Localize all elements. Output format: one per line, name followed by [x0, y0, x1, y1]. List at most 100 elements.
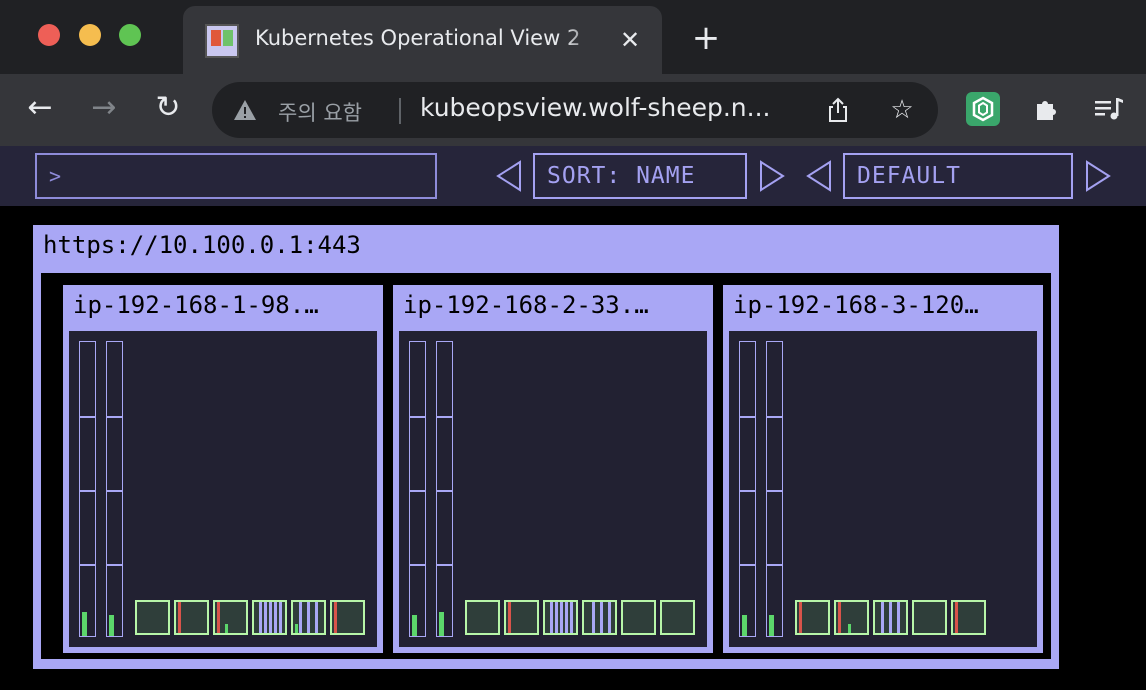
app-header: > SORT: NAME DEFAULT — [0, 146, 1146, 206]
media-queue-icon[interactable] — [1092, 92, 1126, 126]
pod-status-mark — [178, 602, 181, 633]
pod-box[interactable] — [135, 600, 170, 635]
gauge-tick — [740, 564, 755, 566]
gauge-tick — [80, 416, 95, 418]
theme-selector[interactable]: DEFAULT — [843, 153, 1073, 199]
pod-box[interactable] — [795, 600, 830, 635]
pod-box[interactable] — [582, 600, 617, 635]
cpu-usage-fill — [82, 612, 87, 636]
memory-usage-fill — [439, 612, 444, 636]
security-warning-label[interactable]: 주의 요함 — [278, 97, 362, 127]
sort-prev-arrow-icon[interactable] — [494, 156, 524, 196]
pod-status-mark — [550, 602, 553, 633]
pod-status-mark — [889, 602, 892, 633]
share-icon[interactable] — [824, 96, 852, 124]
pod-box[interactable] — [660, 600, 695, 635]
gauge-tick — [80, 490, 95, 492]
memory-usage-gauge[interactable] — [766, 341, 783, 637]
maximize-window-button[interactable] — [119, 24, 141, 46]
gauge-tick — [740, 490, 755, 492]
filter-input[interactable]: > — [35, 153, 437, 199]
browser-toolbar: ← → ↻ 주의 요함 kubeopsview.wolf-sheep.n... … — [0, 74, 1146, 146]
pod-status-mark — [508, 602, 511, 633]
pod-box[interactable] — [951, 600, 986, 635]
tab-title: Kubernetes Operational View 2 — [255, 26, 581, 50]
pod-status-mark — [600, 602, 603, 633]
gauge-tick — [767, 490, 782, 492]
pod-box[interactable] — [912, 600, 947, 635]
pod-status-mark — [217, 602, 220, 633]
node-box[interactable]: ip-192-168-2-33.… — [393, 285, 713, 653]
node-name: ip-192-168-3-120… — [733, 291, 979, 319]
puzzle-icon[interactable] — [1030, 92, 1064, 126]
cpu-usage-gauge[interactable] — [79, 341, 96, 637]
gauge-tick — [410, 564, 425, 566]
pod-status-mark — [881, 602, 884, 633]
pod-box[interactable] — [174, 600, 209, 635]
back-button[interactable]: ← — [20, 88, 60, 128]
cpu-usage-fill — [742, 615, 747, 636]
gauge-tick — [437, 564, 452, 566]
cluster-api-server-label: https://10.100.0.1:443 — [43, 231, 361, 259]
pod-status-mark — [269, 602, 272, 633]
pod-box[interactable] — [252, 600, 287, 635]
pod-box[interactable] — [330, 600, 365, 635]
pod-status-mark — [279, 602, 282, 633]
pod-box[interactable] — [621, 600, 656, 635]
gauge-tick — [767, 564, 782, 566]
pod-status-mark — [565, 602, 568, 633]
address-separator — [399, 98, 401, 124]
pod-status-mark — [299, 602, 302, 633]
warning-triangle-icon[interactable] — [232, 97, 258, 123]
cluster-panel[interactable]: https://10.100.0.1:443 ip-192-168-1-98.…… — [33, 225, 1059, 669]
node-box[interactable]: ip-192-168-3-120… — [723, 285, 1043, 653]
cpu-usage-gauge[interactable] — [739, 341, 756, 637]
kube-ops-view-favicon-icon — [205, 24, 239, 58]
address-bar[interactable]: 주의 요함 kubeopsview.wolf-sheep.n... ☆ — [212, 82, 938, 138]
pod-box[interactable] — [291, 600, 326, 635]
pod-box[interactable] — [465, 600, 500, 635]
sort-selector[interactable]: SORT: NAME — [533, 153, 747, 199]
cpu-usage-gauge[interactable] — [409, 341, 426, 637]
memory-usage-gauge[interactable] — [436, 341, 453, 637]
forward-button[interactable]: → — [84, 88, 124, 128]
pod-box[interactable] — [213, 600, 248, 635]
star-icon[interactable]: ☆ — [888, 96, 916, 124]
pod-status-mark — [592, 602, 595, 633]
gauge-tick — [107, 416, 122, 418]
browser-tab[interactable]: Kubernetes Operational View 2 ✕ — [183, 6, 662, 74]
pod-status-mark — [274, 602, 277, 633]
pod-box[interactable] — [873, 600, 908, 635]
pod-status-mark — [570, 602, 573, 633]
pod-box[interactable] — [834, 600, 869, 635]
gauge-tick — [437, 416, 452, 418]
gauge-tick — [767, 416, 782, 418]
hexagon-extension-icon[interactable] — [966, 92, 1000, 126]
theme-prev-arrow-icon[interactable] — [804, 156, 834, 196]
pod-status-mark — [264, 602, 267, 633]
pod-status-mark — [259, 602, 262, 633]
close-window-button[interactable] — [38, 24, 60, 46]
pod-status-mark — [955, 602, 958, 633]
node-name: ip-192-168-2-33.… — [403, 291, 649, 319]
cpu-usage-fill — [412, 615, 417, 636]
tab-close-icon[interactable]: ✕ — [617, 22, 643, 58]
node-body — [729, 331, 1037, 647]
node-body — [69, 331, 377, 647]
theme-next-arrow-icon[interactable] — [1083, 156, 1113, 196]
reload-button[interactable]: ↻ — [148, 88, 188, 128]
sort-next-arrow-icon[interactable] — [757, 156, 787, 196]
node-box[interactable]: ip-192-168-1-98.… — [63, 285, 383, 653]
minimize-window-button[interactable] — [79, 24, 101, 46]
new-tab-button[interactable]: + — [688, 20, 724, 56]
memory-usage-fill — [769, 615, 774, 636]
pod-status-mark — [799, 602, 802, 633]
memory-usage-gauge[interactable] — [106, 341, 123, 637]
pod-box[interactable] — [543, 600, 578, 635]
pod-status-mark — [848, 623, 851, 633]
memory-usage-fill — [109, 615, 114, 636]
pod-status-mark — [838, 602, 841, 633]
pod-status-mark — [334, 602, 337, 633]
pod-box[interactable] — [504, 600, 539, 635]
url-text[interactable]: kubeopsview.wolf-sheep.n... — [420, 93, 802, 122]
